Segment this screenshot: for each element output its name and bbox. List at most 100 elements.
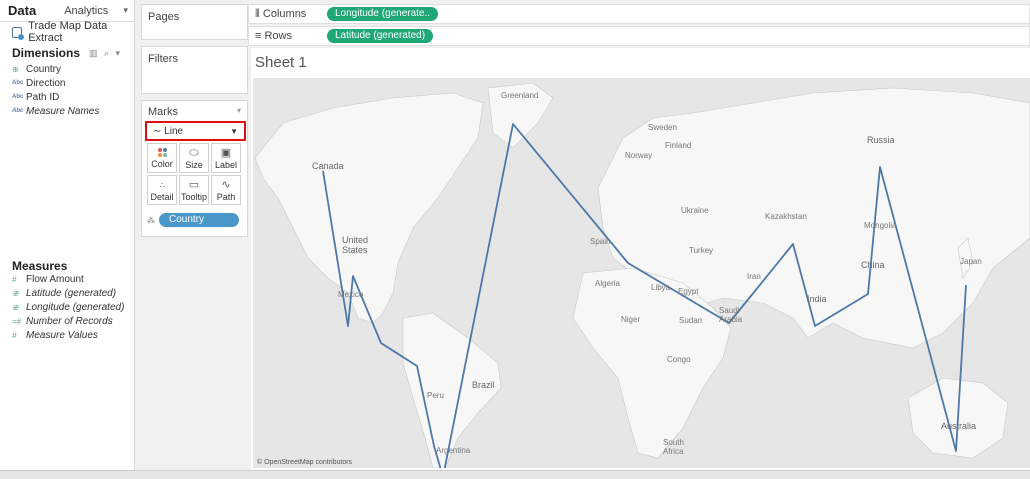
field-measure-values[interactable]: # Measure Values xyxy=(0,328,135,342)
pages-title: Pages xyxy=(148,11,180,23)
field-number-of-records[interactable]: =# Number of Records xyxy=(0,314,135,328)
tooltip-button[interactable]: ▭ Tooltip xyxy=(179,175,209,205)
abc-icon: Abc xyxy=(12,80,24,86)
tooltip-icon: ▭ xyxy=(188,178,200,191)
label-congo: Congo xyxy=(667,355,691,364)
rows-label: ≡ Rows xyxy=(249,30,327,42)
dimensions-tools-icon[interactable]: ▥ ⌕ ▾ xyxy=(89,48,122,59)
detail-icon: ∴ xyxy=(159,180,165,190)
path-small-icon: ⁂ xyxy=(147,215,155,225)
detail-label: Detail xyxy=(150,191,174,202)
path-button[interactable]: ∿ Path xyxy=(211,175,241,205)
size-button[interactable]: ⬭ Size xyxy=(179,143,209,173)
label-japan: Japan xyxy=(960,257,982,266)
mark-buttons: Color ⬭ Size ▣ Label ∴ Detail ▭ Tooltip … xyxy=(147,143,241,205)
label-united-states: United States xyxy=(342,235,369,255)
dimensions-list: ⊕ Country Abc Direction Abc Path ID Abc Meas… xyxy=(0,62,135,118)
size-label: Size xyxy=(185,159,203,170)
label-button[interactable]: ▣ Label xyxy=(211,143,241,173)
abc-icon: Abc xyxy=(12,108,24,114)
filters-shelf[interactable]: Filters xyxy=(141,46,248,94)
label-mongolia: Mongolia xyxy=(864,221,897,230)
field-measure-names[interactable]: Abc Measure Names xyxy=(0,104,135,118)
chevron-down-icon: ▼ xyxy=(230,126,238,136)
columns-icon: ⦀ xyxy=(255,7,263,20)
field-flow-amount[interactable]: # Flow Amount xyxy=(0,272,135,286)
label-greenland: Greenland xyxy=(501,91,539,100)
field-label: Measure Values xyxy=(26,329,98,341)
size-icon: ⬭ xyxy=(189,146,199,159)
columns-shelf[interactable]: ⦀ Columns Longitude (generate.. xyxy=(248,4,1030,24)
path-label: Path xyxy=(216,191,236,202)
mark-type-dropdown[interactable]: ∼ Line ▼ xyxy=(145,121,246,141)
field-direction[interactable]: Abc Direction xyxy=(0,76,135,90)
viz-area: Sheet 1 Canada United States Mexico Braz… xyxy=(251,48,1030,470)
chevron-down-icon[interactable]: ▾ xyxy=(237,106,241,118)
country-pill[interactable]: Country xyxy=(159,213,239,227)
field-latitude[interactable]: ⊕ Latitude (generated) xyxy=(0,286,135,300)
measures-title: Measures xyxy=(12,259,68,273)
map-svg xyxy=(253,78,1030,468)
marks-card: Marks ▾ ∼ Line ▼ Color ⬭ Size ▣ Label ∴ … xyxy=(141,100,248,237)
label-china: China xyxy=(861,260,885,270)
tooltip-label: Tooltip xyxy=(180,191,207,202)
field-label: Latitude (generated) xyxy=(26,287,117,299)
color-dots-icon xyxy=(157,147,167,157)
label-brazil: Brazil xyxy=(472,380,495,390)
rows-shelf[interactable]: ≡ Rows Latitude (generated) xyxy=(248,26,1030,46)
label-libya: Libya xyxy=(651,283,671,292)
datasource-item[interactable]: Trade Map Data Extract xyxy=(0,20,134,44)
field-longitude[interactable]: ⊕ Longitude (generated) xyxy=(0,300,135,314)
data-pane: Data Analytics ▾ Trade Map Data Extract … xyxy=(0,0,135,479)
label-finland: Finland xyxy=(665,141,692,150)
abc-icon: Abc xyxy=(12,94,24,100)
sheet-tabs-bar xyxy=(0,470,1030,479)
color-button[interactable]: Color xyxy=(147,143,177,173)
marks-title: Marks xyxy=(148,106,178,118)
label-india: India xyxy=(807,294,827,304)
tab-data[interactable]: Data xyxy=(0,3,44,18)
number-icon: # xyxy=(12,274,17,284)
globe-icon: ⊕ xyxy=(12,288,19,298)
path-icon: ∿ xyxy=(221,178,231,191)
label-icon: ▣ xyxy=(220,146,232,159)
label-spain: Spain xyxy=(590,237,611,246)
map-attribution[interactable]: © OpenStreetMap contributors xyxy=(257,459,352,466)
longitude-pill[interactable]: Longitude (generate.. xyxy=(327,7,439,21)
label-sweden: Sweden xyxy=(648,123,677,132)
field-label: Path ID xyxy=(26,91,60,103)
label-south-africa: South Africa xyxy=(663,438,684,456)
datasource-label: Trade Map Data Extract xyxy=(28,20,108,44)
tab-analytics[interactable]: Analytics xyxy=(44,5,123,17)
label-russia: Russia xyxy=(867,135,895,145)
field-label: Flow Amount xyxy=(26,273,84,285)
shelves-pane: Pages Filters Marks ▾ ∼ Line ▼ Color ⬭ S… xyxy=(135,0,248,479)
mark-type-label: Line xyxy=(164,125,184,137)
field-label: Direction xyxy=(26,77,66,89)
dimensions-title: Dimensions xyxy=(12,46,81,60)
label-australia: Australia xyxy=(941,421,977,431)
pages-shelf[interactable]: Pages xyxy=(141,4,248,40)
number-icon: # xyxy=(12,330,17,340)
path-field-row: ⁂ Country xyxy=(147,213,239,227)
globe-icon: ⊕ xyxy=(12,64,19,74)
detail-button[interactable]: ∴ Detail xyxy=(147,175,177,205)
latitude-pill[interactable]: Latitude (generated) xyxy=(327,29,434,43)
world-map[interactable]: Canada United States Mexico Brazil Peru … xyxy=(253,78,1030,468)
measures-list: # Flow Amount ⊕ Latitude (generated) ⊕ Long… xyxy=(0,272,135,342)
number-icon: =# xyxy=(12,316,22,326)
field-country[interactable]: ⊕ Country xyxy=(0,62,135,76)
label-norway: Norway xyxy=(625,151,653,160)
field-path-id[interactable]: Abc Path ID xyxy=(0,90,135,104)
label-peru: Peru xyxy=(427,391,444,400)
pane-menu-arrow-icon[interactable]: ▾ xyxy=(123,5,134,16)
label-ukraine: Ukraine xyxy=(681,206,709,215)
pane-tabs: Data Analytics ▾ xyxy=(0,0,134,22)
label-saudi-arabia: Saudi Arabia xyxy=(719,306,743,324)
datasource-icon xyxy=(12,26,25,40)
sheet-title: Sheet 1 xyxy=(255,54,307,71)
dimensions-header: Dimensions ▥ ⌕ ▾ xyxy=(0,42,134,62)
columns-label: ⦀ Columns xyxy=(249,8,327,21)
label-turkey: Turkey xyxy=(689,246,714,255)
color-label: Color xyxy=(151,158,173,169)
